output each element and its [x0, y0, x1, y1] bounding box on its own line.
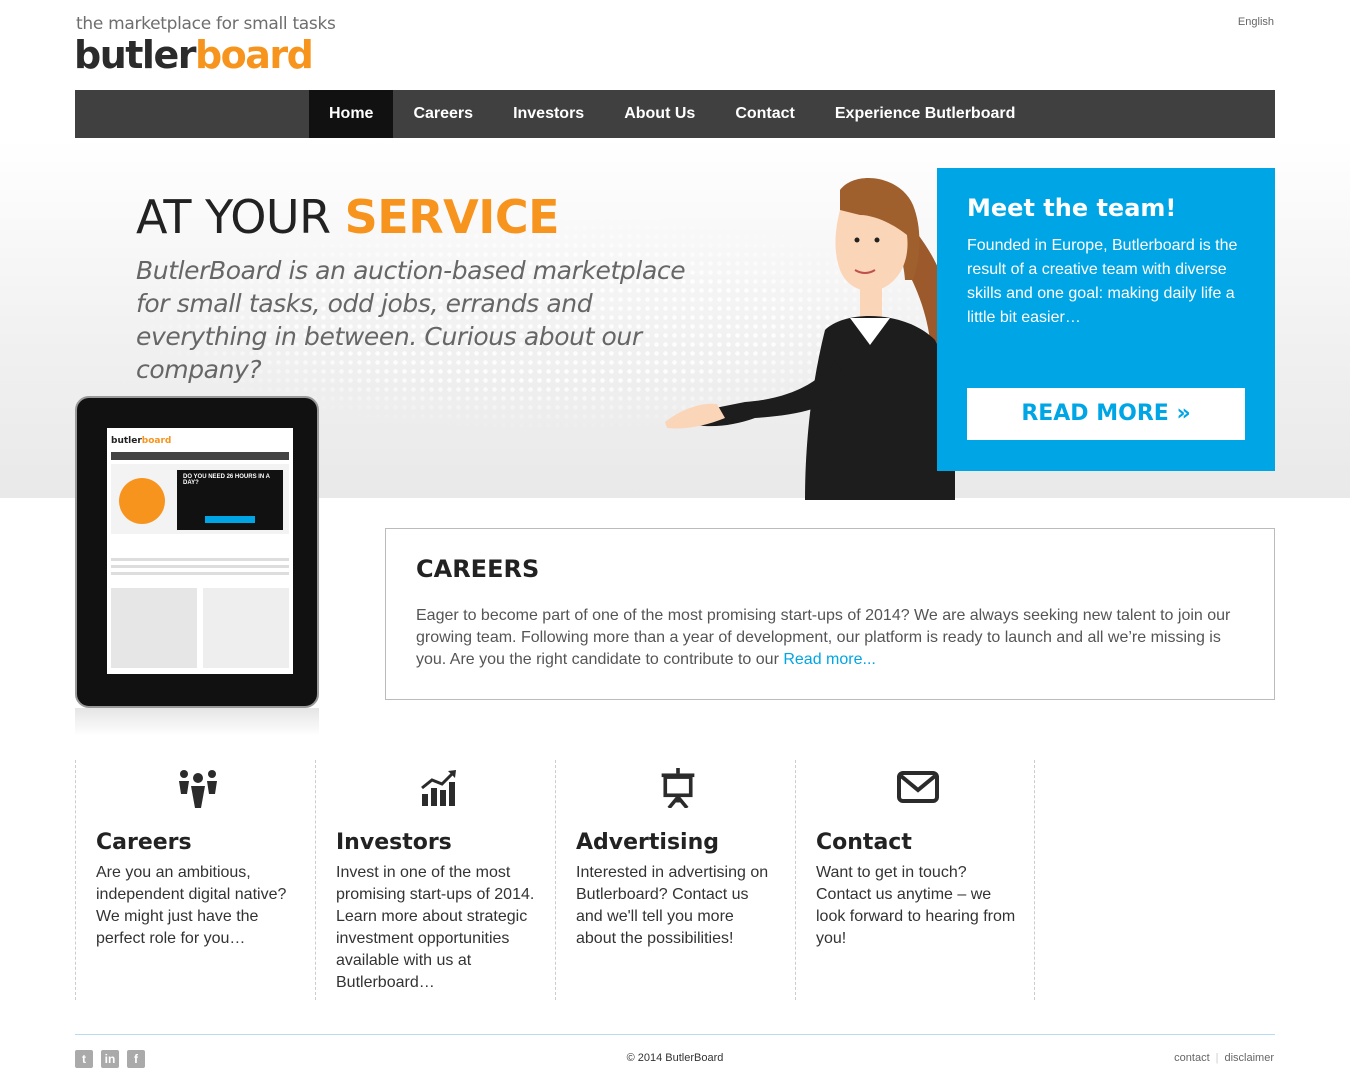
footer-separator: | [1215, 1052, 1219, 1064]
features-row: Careers Are you an ambitious, independen… [75, 760, 1035, 1000]
tablet-reflection [75, 708, 319, 736]
logo-part-2: board [194, 33, 314, 77]
feature-text: Interested in advertising on Butlerboard… [576, 864, 769, 947]
nav-contact[interactable]: Contact [715, 90, 815, 138]
careers-title: CAREERS [416, 555, 540, 583]
butler-woman-illustration [665, 178, 955, 500]
tablet-screen-lines [111, 558, 289, 579]
people-icon [179, 770, 217, 808]
hero-text: ButlerBoard is an auction-based marketpl… [136, 256, 686, 384]
careers-read-more-link[interactable]: Read more... [783, 651, 875, 668]
tablet-screen-panel-right [203, 588, 289, 668]
copyright: © 2014 ButlerBoard [626, 1052, 724, 1064]
nav-investors[interactable]: Investors [493, 90, 604, 138]
meet-the-team-box: Meet the team! Founded in Europe, Butler… [937, 168, 1275, 471]
tablet-screen-panel-left [111, 588, 197, 668]
footer-link-contact[interactable]: contact [1174, 1052, 1209, 1064]
nav-about-us[interactable]: About Us [604, 90, 715, 138]
feature-title: Contact [816, 830, 912, 855]
envelope-icon [897, 771, 939, 803]
team-text: Founded in Europe, Butlerboard is the re… [967, 237, 1238, 326]
feature-text: Want to get in touch? Contact us anytime… [816, 864, 1016, 947]
tablet-screen-promo-box: DO YOU NEED 26 HOURS IN A DAY? [177, 470, 283, 530]
tablet-mockup: butlerboard DO YOU NEED 26 HOURS IN A DA… [75, 396, 319, 708]
feature-text: Invest in one of the most promising star… [336, 864, 535, 991]
language-selector[interactable]: English [1238, 16, 1274, 28]
hero-title: AT YOUR SERVICE [136, 190, 560, 244]
feature-contact[interactable]: Contact Want to get in touch? Contact us… [795, 760, 1035, 1000]
hero-title-accent: SERVICE [344, 190, 560, 244]
tablet-screen-butler-image [119, 478, 165, 524]
tablet-screen-logo: butlerboard [111, 436, 172, 446]
feature-investors[interactable]: Investors Invest in one of the most prom… [315, 760, 555, 1000]
nav-careers[interactable]: Careers [393, 90, 493, 138]
footer-links: contact | disclaimer [1174, 1052, 1274, 1064]
nav-experience-butlerboard[interactable]: Experience Butlerboard [815, 90, 1036, 138]
logo-part-1: butler [74, 33, 196, 77]
tablet-screen-promo-title: DO YOU NEED 26 HOURS IN A DAY? [183, 474, 270, 486]
feature-title: Careers [96, 830, 192, 855]
logo[interactable]: butlerboard [74, 33, 314, 77]
footer-link-disclaimer[interactable]: disclaimer [1224, 1052, 1274, 1064]
main-nav: Home Careers Investors About Us Contact … [75, 90, 1275, 138]
tablet-screen-nav [111, 452, 289, 460]
footer-divider [75, 1034, 1275, 1035]
tablet-screen-signup-button [205, 516, 255, 523]
feature-text: Are you an ambitious, independent digita… [96, 864, 287, 947]
hero-title-plain: AT YOUR [136, 190, 345, 244]
tablet-screen: butlerboard DO YOU NEED 26 HOURS IN A DA… [107, 428, 293, 674]
nav-home[interactable]: Home [309, 90, 394, 138]
feature-title: Advertising [576, 830, 719, 855]
feature-careers[interactable]: Careers Are you an ambitious, independen… [75, 760, 315, 1000]
tagline: the marketplace for small tasks [76, 14, 336, 34]
careers-box: CAREERS Eager to become part of one of t… [385, 528, 1275, 700]
read-more-button[interactable]: READ MORE » [967, 388, 1245, 440]
team-title: Meet the team! [967, 194, 1177, 222]
presentation-icon [661, 768, 695, 808]
chart-icon [421, 770, 456, 806]
careers-text: Eager to become part of one of the most … [416, 607, 1231, 668]
feature-title: Investors [336, 830, 452, 855]
feature-advertising[interactable]: Advertising Interested in advertising on… [555, 760, 795, 1000]
